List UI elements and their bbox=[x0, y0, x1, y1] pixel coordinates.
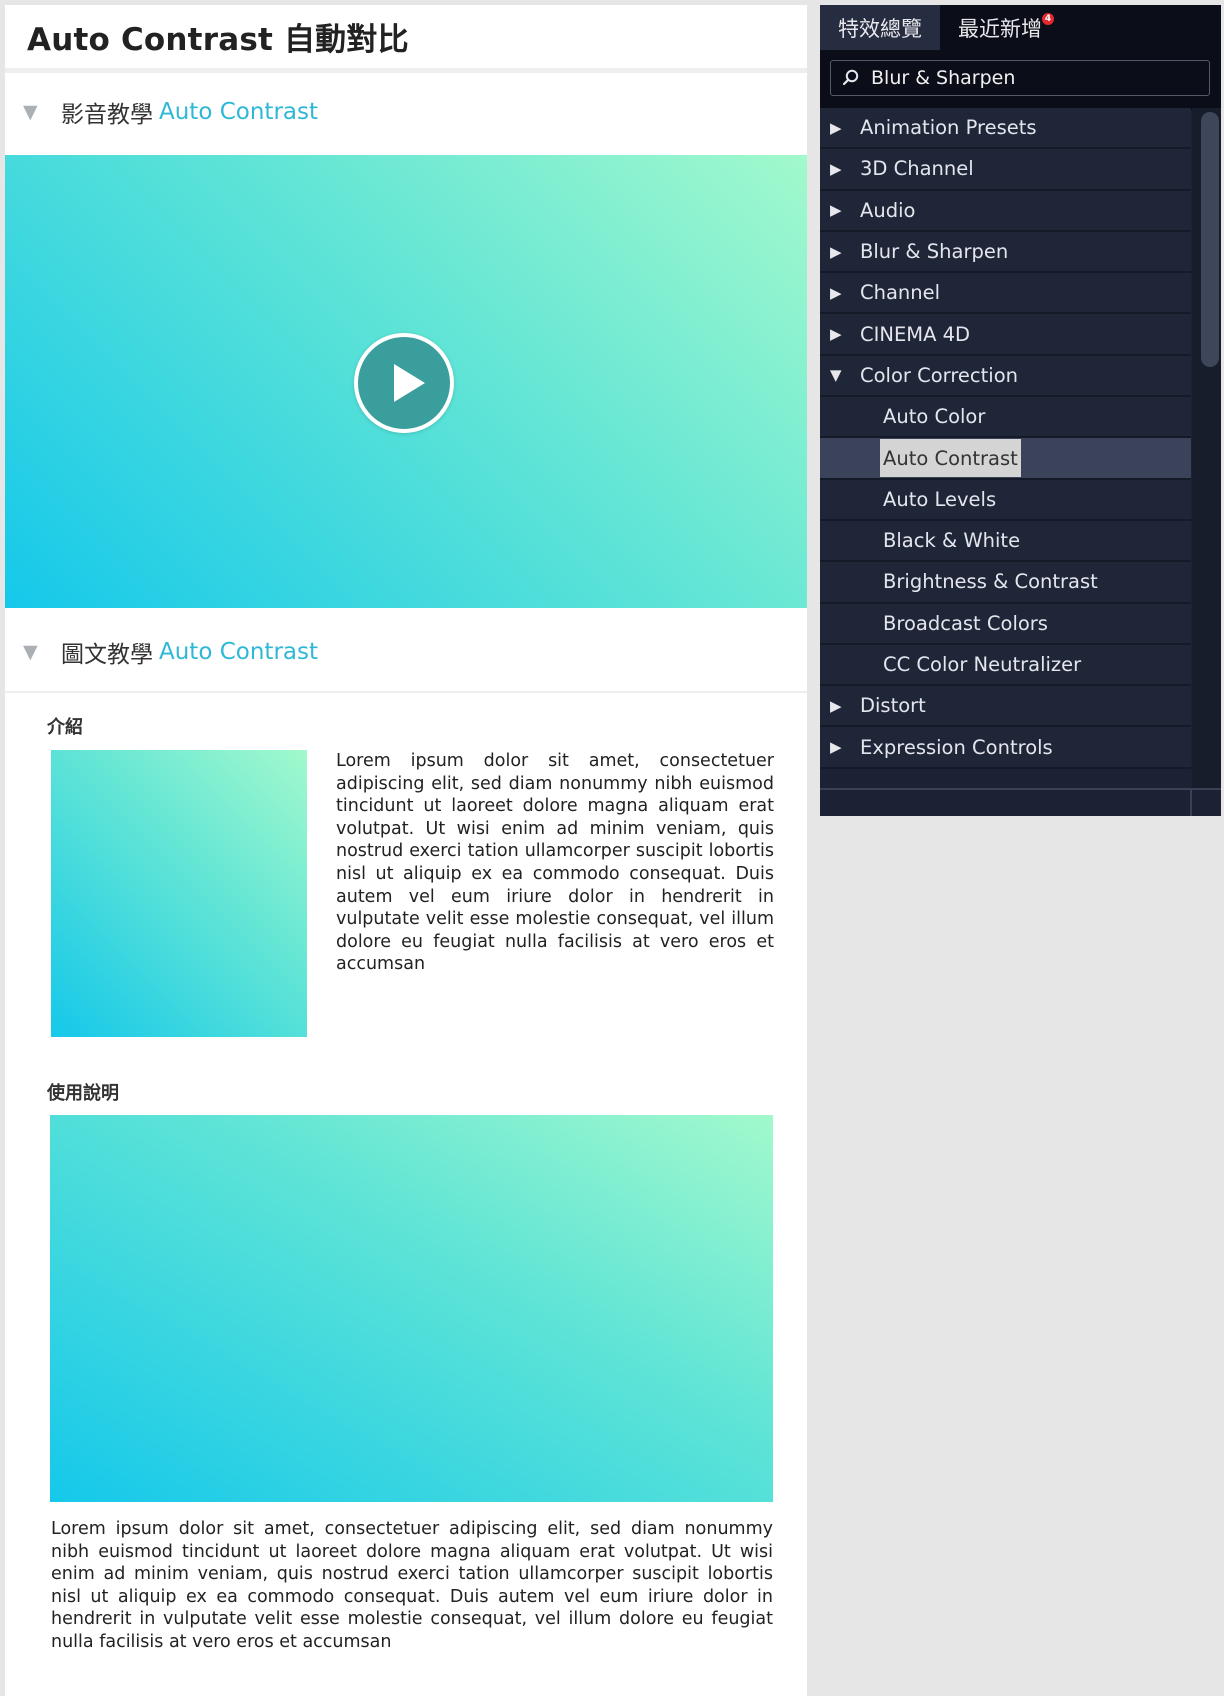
title-bar: Auto Contrast 自動對比 bbox=[5, 5, 807, 73]
video-section-header[interactable]: ▼ 影音教學 Auto Contrast bbox=[5, 73, 807, 151]
tab-label: 最近新增 bbox=[958, 16, 1042, 41]
article-section-prefix: 圖文教學 bbox=[61, 642, 153, 668]
panel-footer bbox=[820, 788, 1221, 816]
content-area: Auto Contrast 自動對比 ▼ 影音教學 Auto Contrast … bbox=[5, 5, 807, 1696]
tree-item-auto-levels[interactable]: Auto Levels bbox=[820, 479, 1191, 521]
tree-item-label: 3D Channel bbox=[860, 157, 974, 181]
article-section: ▼ 圖文教學 Auto Contrast bbox=[5, 613, 807, 693]
footer-divider bbox=[1190, 790, 1192, 816]
usage-paragraph: Lorem ipsum dolor sit amet, consectetuer… bbox=[51, 1519, 773, 1652]
tree-item-cinema-4d[interactable]: ▶ CINEMA 4D bbox=[820, 314, 1191, 356]
tab-label: 特效總覽 bbox=[838, 16, 922, 41]
tree-item-label: Animation Presets bbox=[860, 116, 1037, 140]
tab-effects-overview[interactable]: 特效總覽 bbox=[820, 5, 940, 50]
tree-item-label: Broadcast Colors bbox=[883, 611, 1048, 635]
intro-paragraph: Lorem ipsum dolor sit amet, consectetuer… bbox=[336, 751, 774, 975]
video-section-accent: Auto Contrast bbox=[159, 99, 318, 125]
expand-arrow-icon[interactable]: ▶ bbox=[820, 697, 860, 715]
tree-item-label: Black & White bbox=[883, 529, 1021, 553]
video-section-prefix: 影音教學 bbox=[61, 102, 153, 128]
tree-item-auto-contrast[interactable]: Auto Contrast bbox=[820, 438, 1191, 480]
tree-item-label: Auto Contrast bbox=[880, 439, 1021, 478]
tree-item-label: Auto Levels bbox=[883, 487, 997, 511]
tree-item-cc-color-neutralizer[interactable]: CC Color Neutralizer bbox=[820, 644, 1191, 687]
expand-arrow-icon[interactable]: ▶ bbox=[820, 738, 860, 756]
play-button[interactable] bbox=[354, 333, 454, 433]
expand-arrow-icon[interactable]: ▶ bbox=[820, 201, 860, 219]
collapse-triangle-icon[interactable]: ▼ bbox=[23, 101, 61, 123]
tree-item-broadcast-colors[interactable]: Broadcast Colors bbox=[820, 603, 1191, 645]
tree-item-3d-channel[interactable]: ▶ 3D Channel bbox=[820, 149, 1191, 191]
tree-item-label: Channel bbox=[860, 281, 941, 305]
scrollbar-thumb[interactable] bbox=[1201, 112, 1219, 367]
page-title: Auto Contrast 自動對比 bbox=[27, 22, 409, 58]
expand-arrow-icon[interactable]: ▶ bbox=[820, 243, 860, 261]
expand-arrow-icon[interactable]: ▶ bbox=[820, 119, 860, 137]
usage-heading: 使用說明 bbox=[47, 1083, 119, 1104]
notification-badge: 4 bbox=[1042, 13, 1054, 25]
tree-item-animation-presets[interactable]: ▶ Animation Presets bbox=[820, 108, 1191, 150]
tree-item-label: Distort bbox=[860, 694, 926, 718]
tree-item-channel[interactable]: ▶ Channel bbox=[820, 273, 1191, 315]
effects-panel: 特效總覽 最近新增 4 ▶ Animation Presets ▶ 3D Cha… bbox=[820, 5, 1221, 816]
search-input[interactable] bbox=[871, 67, 1191, 89]
article-section-header[interactable]: ▼ 圖文教學 Auto Contrast bbox=[5, 613, 807, 693]
tree-item-label: CINEMA 4D bbox=[860, 322, 971, 346]
tab-recently-added[interactable]: 最近新增 4 bbox=[940, 5, 1072, 50]
panel-tabs: 特效總覽 最近新增 4 bbox=[820, 5, 1221, 50]
tree-item-black-white[interactable]: Black & White bbox=[820, 520, 1191, 563]
tree-item-blur-sharpen[interactable]: ▶ Blur & Sharpen bbox=[820, 231, 1191, 274]
tree-item-label: Brightness & Contrast bbox=[883, 570, 1098, 594]
tree-item-label: Color Correction bbox=[860, 363, 1018, 387]
expand-arrow-icon[interactable]: ▶ bbox=[820, 160, 860, 178]
tree-item-label: Expression Controls bbox=[860, 735, 1053, 759]
search-box[interactable] bbox=[830, 60, 1210, 96]
tree-item-distort[interactable]: ▶ Distort bbox=[820, 686, 1191, 728]
effects-tree: ▶ Animation Presets ▶ 3D Channel ▶ Audio… bbox=[820, 108, 1191, 769]
tree-item-label: Blur & Sharpen bbox=[860, 240, 1009, 264]
tree-item-auto-color[interactable]: Auto Color bbox=[820, 397, 1191, 439]
intro-heading: 介紹 bbox=[47, 717, 83, 738]
tree-item-label: CC Color Neutralizer bbox=[883, 653, 1082, 676]
usage-image bbox=[50, 1115, 773, 1502]
search-bar bbox=[820, 50, 1221, 110]
tree-item-label: Auto Color bbox=[883, 405, 986, 429]
tree-item-audio[interactable]: ▶ Audio bbox=[820, 190, 1191, 232]
tree-item-brightness-contrast[interactable]: Brightness & Contrast bbox=[820, 562, 1191, 604]
tree-item-color-correction[interactable]: ▼ Color Correction bbox=[820, 355, 1191, 398]
collapse-triangle-icon[interactable]: ▼ bbox=[23, 641, 61, 663]
scrollbar-track[interactable] bbox=[1192, 108, 1221, 788]
tree-item-expression-controls[interactable]: ▶ Expression Controls bbox=[820, 727, 1191, 769]
expand-arrow-icon[interactable]: ▶ bbox=[820, 325, 860, 343]
search-icon bbox=[842, 69, 859, 86]
play-icon bbox=[394, 364, 425, 402]
intro-image bbox=[51, 750, 307, 1037]
video-player[interactable] bbox=[5, 155, 807, 608]
tree-item-label: Audio bbox=[860, 198, 916, 222]
article-section-accent: Auto Contrast bbox=[159, 639, 318, 665]
collapse-arrow-icon[interactable]: ▼ bbox=[820, 366, 860, 384]
expand-arrow-icon[interactable]: ▶ bbox=[820, 284, 860, 302]
